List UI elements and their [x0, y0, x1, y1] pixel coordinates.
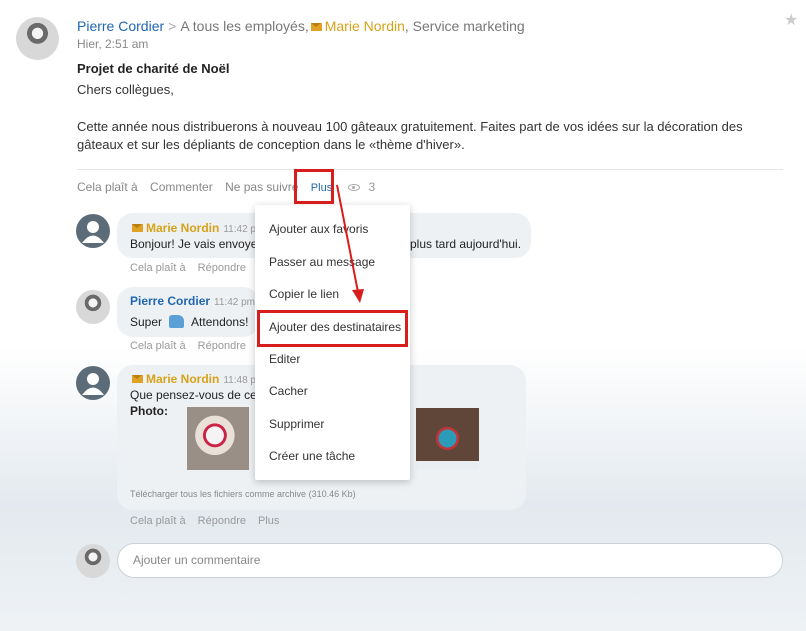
views-count: 3	[347, 180, 385, 194]
eye-icon	[347, 184, 360, 192]
comment-input-box[interactable]	[117, 543, 783, 578]
highlight-add-recipients	[257, 310, 408, 347]
comment-author-name[interactable]: Marie Nordin	[146, 221, 219, 235]
divider	[77, 169, 783, 170]
comment-time: 11:42 pm	[214, 297, 255, 308]
post-header: Pierre Cordier > A tous les employés, Marie…	[77, 18, 525, 34]
views-value: 3	[368, 180, 376, 194]
comment-reply-button[interactable]: Répondre	[198, 340, 246, 352]
recipient-separator: ,	[404, 18, 409, 34]
comment-text: Que pensez-vous de ces	[130, 388, 263, 402]
author-avatar[interactable]	[16, 17, 59, 60]
post-actions: Cela plaît à Commenter Ne pas suivre Plu…	[77, 180, 393, 194]
post-author-link[interactable]: Pierre Cordier	[77, 18, 164, 34]
menu-item-copy-link[interactable]: Copier le lien	[269, 287, 339, 301]
comment-reply-button[interactable]: Répondre	[198, 515, 246, 527]
star-icon[interactable]: ★	[784, 10, 798, 30]
photo-thumbnail[interactable]	[416, 408, 479, 469]
comment-actions: Cela plaît à Répondre	[130, 340, 258, 352]
comment-avatar[interactable]	[76, 366, 110, 400]
comment-input[interactable]	[133, 553, 733, 567]
post-title: Projet de charité de Noël	[77, 61, 230, 76]
menu-item-hide[interactable]: Cacher	[269, 384, 308, 398]
audience-label[interactable]: A tous les employés,	[180, 18, 308, 34]
comment-author-name[interactable]: Marie Nordin	[146, 372, 219, 386]
comment-actions: Cela plaît à Répondre	[130, 262, 258, 274]
comment-author[interactable]: Pierre Cordier 11:42 pm	[130, 294, 255, 308]
post-body: Cette année nous distribuerons à nouveau…	[77, 119, 743, 152]
comment-text-start: Super	[130, 315, 163, 329]
comment-avatar[interactable]	[76, 290, 110, 324]
highlight-more-button	[294, 169, 334, 204]
post-card: Pierre Cordier > A tous les employés, Marie…	[0, 0, 806, 631]
comment-reply-button[interactable]: Répondre	[198, 262, 246, 274]
envelope-icon	[310, 22, 322, 31]
comment-like-button[interactable]: Cela plaît à	[130, 515, 186, 527]
photo-label: Photo:	[130, 404, 168, 418]
comment-text-end: Attendons!	[191, 315, 249, 329]
like-button[interactable]: Cela plaît à	[77, 180, 138, 194]
menu-item-edit[interactable]: Editer	[269, 352, 300, 366]
chevron-right-icon: >	[168, 18, 177, 34]
recipient-link[interactable]: Marie Nordin	[325, 18, 405, 34]
user-icon	[82, 373, 104, 395]
menu-item-go-to-message[interactable]: Passer au message	[269, 255, 375, 269]
comment-avatar[interactable]	[76, 214, 110, 248]
download-archive-link[interactable]: Télécharger tous les fichiers comme arch…	[130, 489, 356, 499]
photo-thumbnail[interactable]	[187, 407, 249, 470]
post-greeting: Chers collègues,	[77, 82, 174, 97]
comment-text: Bonjour! Je vais envoyer	[130, 237, 262, 251]
comment-author[interactable]: Marie Nordin 11:42 pm	[130, 221, 264, 235]
menu-item-add-favorites[interactable]: Ajouter aux favoris	[269, 222, 368, 236]
menu-item-delete[interactable]: Supprimer	[269, 417, 324, 431]
unfollow-button[interactable]: Ne pas suivre	[225, 180, 298, 194]
current-user-avatar[interactable]	[76, 544, 110, 578]
thumbs-up-icon	[169, 315, 185, 328]
comment-text: Super Attendons!	[130, 315, 248, 329]
user-icon	[82, 221, 104, 243]
department-label[interactable]: Service marketing	[413, 18, 525, 34]
menu-item-create-task[interactable]: Créer une tâche	[269, 449, 355, 463]
comment-button[interactable]: Commenter	[150, 180, 213, 194]
envelope-icon	[132, 375, 143, 384]
envelope-icon	[132, 224, 143, 233]
comment-author[interactable]: Marie Nordin 11:48 pm	[130, 372, 264, 386]
comment-like-button[interactable]: Cela plaît à	[130, 262, 186, 274]
post-time: Hier, 2:51 am	[77, 37, 149, 51]
comment-like-button[interactable]: Cela plaît à	[130, 340, 186, 352]
comment-actions: Cela plaît à Répondre Plus	[130, 515, 291, 527]
comment-author-name[interactable]: Pierre Cordier	[130, 294, 210, 308]
comment-more-button[interactable]: Plus	[258, 515, 279, 527]
comment-text-tail: plus tard aujourd'hui.	[410, 237, 522, 251]
